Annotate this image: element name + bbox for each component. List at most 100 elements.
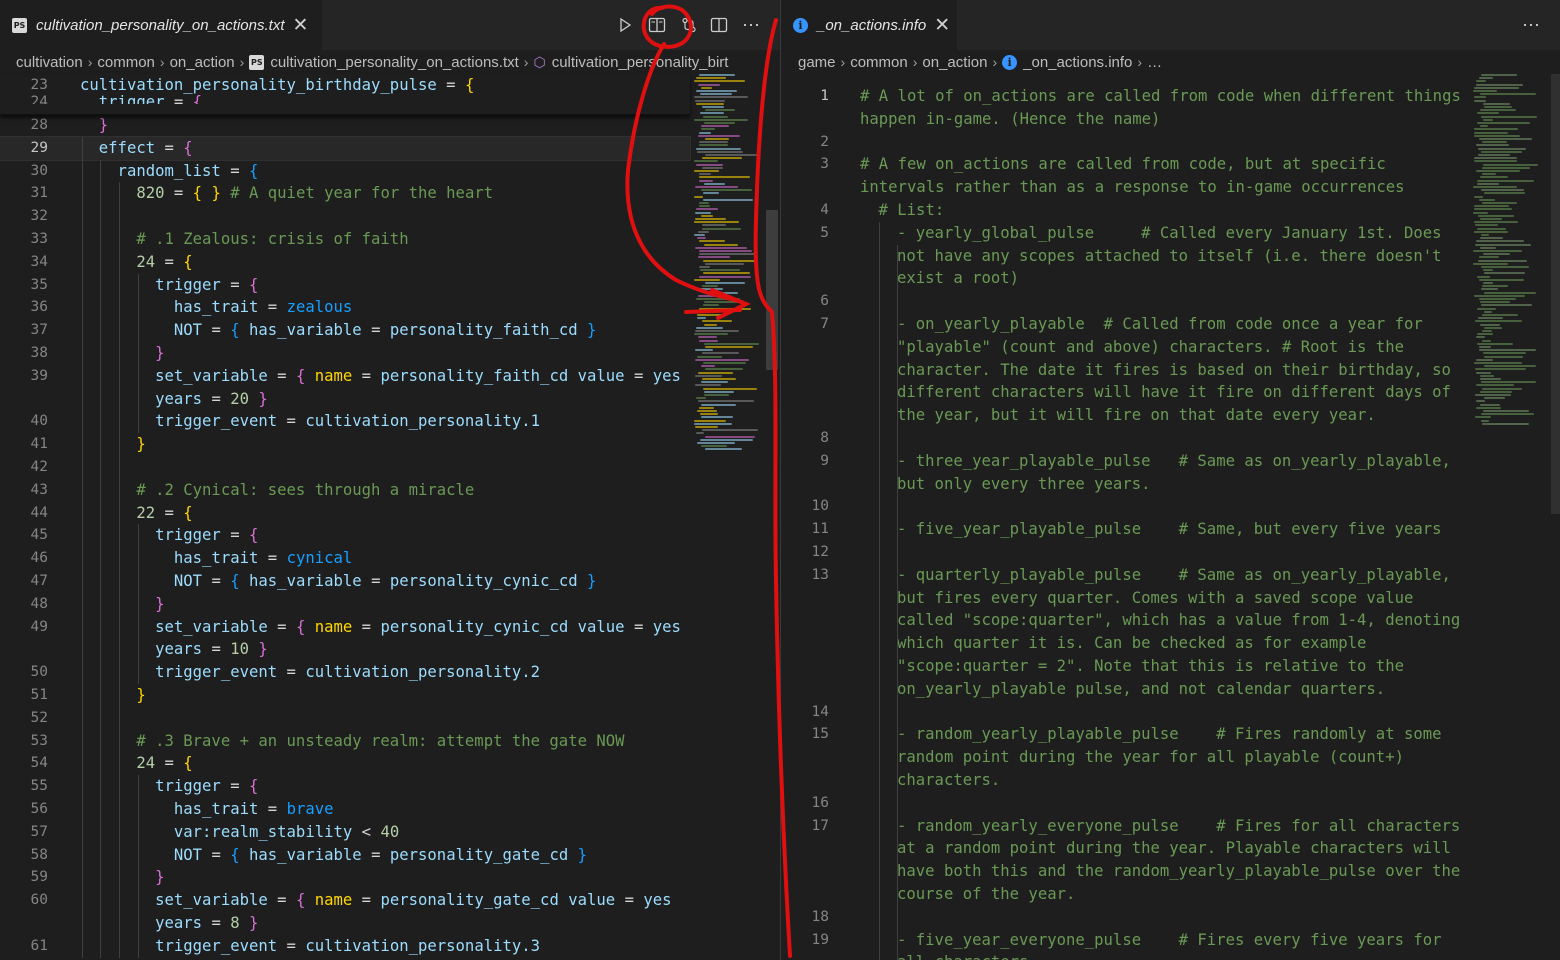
text-line[interactable]: 8 [781, 427, 1471, 450]
code-line[interactable]: 37 NOT = { has_variable = personality_fa… [0, 319, 690, 342]
code-line[interactable]: 47 NOT = { has_variable = personality_cy… [0, 570, 690, 593]
text-line[interactable]: the year, but it will fire on that date … [781, 404, 1471, 427]
code-line[interactable]: 55 trigger = { [0, 775, 690, 798]
close-tab-icon[interactable]: ✕ [292, 14, 308, 37]
text-line[interactable]: not have any scopes attached to itself (… [781, 245, 1471, 268]
code-line[interactable]: years = 8 } [0, 912, 690, 935]
text-line[interactable]: characters. [781, 769, 1471, 792]
text-line[interactable]: called "scope:quarter", which has a valu… [781, 609, 1471, 632]
breadcrumb-item[interactable]: cultivation_personality_birt [552, 54, 729, 71]
code-line[interactable]: 34 24 = { [0, 251, 690, 274]
code-line[interactable]: 44 22 = { [0, 502, 690, 525]
text-line[interactable]: random point during the year for all pla… [781, 746, 1471, 769]
text-line[interactable]: 19 - five_year_everyone_pulse # Fires eve… [781, 929, 1471, 952]
code-line[interactable]: 33 # .1 Zealous: crisis of faith [0, 228, 690, 251]
open-preview-side-icon[interactable] [646, 14, 668, 36]
code-editor[interactable]: 28 } 29 effect = {30 random_list = {31 82… [0, 74, 691, 960]
code-line[interactable]: 36 has_trait = zealous [0, 296, 690, 319]
text-line[interactable]: intervals rather than as a response to i… [781, 176, 1471, 199]
code-line[interactable]: 48 } [0, 593, 690, 616]
breadcrumb-item[interactable]: on_action [922, 54, 987, 71]
text-line[interactable]: 5 - yearly_global_pulse # Called every Ja… [781, 222, 1471, 245]
text-line[interactable]: all characters. [781, 951, 1471, 960]
text-line[interactable]: 9 - three_year_playable_pulse # Same as o… [781, 450, 1471, 473]
text-line[interactable]: 13 - quarterly_playable_pulse # Same as o… [781, 564, 1471, 587]
text-line[interactable]: happen in-game. (Hence the name) [781, 108, 1471, 131]
code-line[interactable]: 29 effect = { [0, 135, 691, 161]
code-line[interactable]: 28 } [0, 114, 690, 137]
text-line[interactable]: different characters will have it fire o… [781, 381, 1471, 404]
text-line[interactable]: 10 [781, 495, 1471, 518]
text-line[interactable]: 12 [781, 541, 1471, 564]
code-line[interactable]: 59 } [0, 866, 690, 889]
text-line[interactable]: but only every three years. [781, 473, 1471, 496]
text-line[interactable]: exist a root) [781, 267, 1471, 290]
code-line[interactable]: 41 } [0, 433, 690, 456]
text-line[interactable]: 11 - five_year_playable_pulse # Same, but… [781, 518, 1471, 541]
code-line[interactable]: 56 has_trait = brave [0, 798, 690, 821]
code-line[interactable]: 58 NOT = { has_variable = personality_ga… [0, 844, 690, 867]
code-line[interactable]: years = 10 } [0, 638, 690, 661]
text-line[interactable]: 7 - on_yearly_playable # Called from code… [781, 313, 1471, 336]
code-line[interactable]: 42 [0, 456, 690, 479]
code-line[interactable]: 52 [0, 707, 690, 730]
text-line[interactable]: 2 [781, 131, 1471, 154]
text-editor[interactable]: 1 # A lot of on_actions are called from c… [781, 74, 1471, 960]
text-line[interactable]: "scope:quarter = 2". Note that this is r… [781, 655, 1471, 678]
text-line[interactable]: on_yearly_playable pulse, and not calend… [781, 678, 1471, 701]
code-line[interactable]: 45 trigger = { [0, 524, 690, 547]
scrollbar-thumb[interactable] [766, 210, 778, 370]
breadcrumb-item[interactable]: cultivation_personality_on_actions.txt [270, 54, 518, 71]
code-line[interactable]: years = 20 } [0, 388, 690, 411]
text-line[interactable]: 6 [781, 290, 1471, 313]
sticky-line[interactable]: 24 trigger = { [0, 91, 690, 104]
text-line[interactable]: have both this and the random_yearly_pla… [781, 860, 1471, 883]
breadcrumb-item[interactable]: _on_actions.info [1023, 54, 1132, 71]
close-tab-icon[interactable]: ✕ [934, 14, 950, 37]
code-line[interactable]: 43 # .2 Cynical: sees through a miracle [0, 479, 690, 502]
breadcrumb-item[interactable]: game [798, 54, 836, 71]
text-line[interactable]: course of the year. [781, 883, 1471, 906]
code-line[interactable]: 30 random_list = { [0, 160, 690, 183]
text-line[interactable]: 4 # List: [781, 199, 1471, 222]
code-line[interactable]: 32 [0, 205, 690, 228]
text-line[interactable]: 18 [781, 906, 1471, 929]
code-line[interactable]: 57 var:realm_stability < 40 [0, 821, 690, 844]
tab-on-actions-info[interactable]: i _on_actions.info ✕ [781, 0, 957, 50]
code-line[interactable]: 53 # .3 Brave + an unsteady realm: attem… [0, 730, 690, 753]
breadcrumb-item[interactable]: on_action [170, 54, 235, 71]
text-line[interactable]: 15 - random_yearly_playable_pulse # Fires… [781, 723, 1471, 746]
code-line[interactable]: 60 set_variable = { name = personality_g… [0, 889, 690, 912]
text-line[interactable]: 16 [781, 792, 1471, 815]
code-line[interactable]: 50 trigger_event = cultivation_personali… [0, 661, 690, 684]
text-line[interactable]: at a random point during the year. Playa… [781, 837, 1471, 860]
text-line[interactable]: character. The date it fires is based on… [781, 359, 1471, 382]
code-line[interactable]: 40 trigger_event = cultivation_personali… [0, 410, 690, 433]
more-actions-icon[interactable]: ⋯ [740, 14, 762, 36]
play-icon[interactable] [614, 14, 636, 36]
code-line[interactable]: 35 trigger = { [0, 274, 690, 297]
text-line[interactable]: 1 # A lot of on_actions are called from c… [781, 85, 1471, 108]
code-line[interactable]: 39 set_variable = { name = personality_f… [0, 365, 690, 388]
more-actions-icon[interactable]: ⋯ [1520, 14, 1542, 36]
code-line[interactable]: 46 has_trait = cynical [0, 547, 690, 570]
compare-changes-icon[interactable] [678, 14, 700, 36]
code-line[interactable]: 51 } [0, 684, 690, 707]
breadcrumb-item[interactable]: cultivation [16, 54, 83, 71]
text-line[interactable]: 14 [781, 701, 1471, 724]
text-line[interactable]: but fires every quarter. Comes with a sa… [781, 587, 1471, 610]
code-line[interactable]: 49 set_variable = { name = personality_c… [0, 616, 690, 639]
breadcrumb-item[interactable]: … [1147, 54, 1162, 71]
breadcrumb-item[interactable]: common [850, 54, 908, 71]
code-line[interactable]: 38 } [0, 342, 690, 365]
text-line[interactable]: "playable" (count and above) characters.… [781, 336, 1471, 359]
code-line[interactable]: 54 24 = { [0, 752, 690, 775]
text-line[interactable]: which quarter it is. Can be checked as f… [781, 632, 1471, 655]
code-line[interactable]: 61 trigger_event = cultivation_personali… [0, 935, 690, 958]
breadcrumb-item[interactable]: common [97, 54, 155, 71]
tab-cultivation-personality[interactable]: PS cultivation_personality_on_actions.tx… [0, 0, 322, 50]
minimap[interactable] [1473, 74, 1551, 454]
text-line[interactable]: 17 - random_yearly_everyone_pulse # Fires… [781, 815, 1471, 838]
minimap[interactable] [694, 74, 760, 454]
code-line[interactable]: 31 820 = { } # A quiet year for the hear… [0, 182, 690, 205]
